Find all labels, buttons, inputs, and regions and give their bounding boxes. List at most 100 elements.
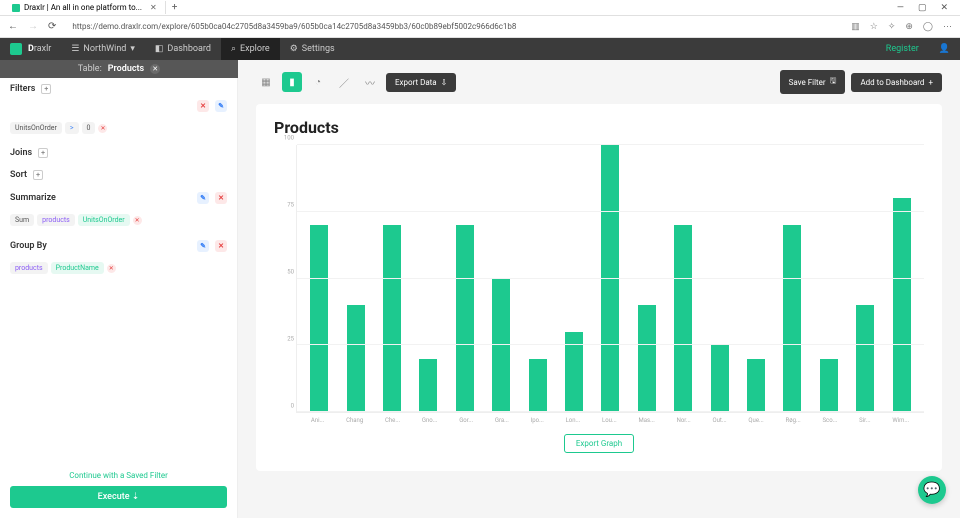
gear-icon: ⚙ bbox=[290, 44, 298, 54]
joins-section: Joins + bbox=[0, 142, 237, 164]
save-filter-button[interactable]: Save Filter 🖫 bbox=[780, 70, 846, 94]
filter-value-chip[interactable]: 0 bbox=[82, 122, 96, 134]
nav-dashboard-label: Dashboard bbox=[167, 44, 211, 54]
execute-button[interactable]: Execute ⇣ bbox=[10, 486, 227, 508]
nav-settings[interactable]: ⚙ Settings bbox=[280, 38, 345, 60]
sidebar: Table: Products ✕ Filters + ✕ ✎ UnitsOnO… bbox=[0, 60, 238, 518]
view-table-icon[interactable]: ▦ bbox=[256, 72, 276, 92]
refresh-icon[interactable]: ⟳ bbox=[48, 21, 56, 32]
groupby-field-chip[interactable]: ProductName bbox=[51, 262, 104, 274]
bar[interactable] bbox=[529, 359, 547, 412]
x-tick: Che... bbox=[385, 417, 400, 424]
tab-close-icon[interactable]: ✕ bbox=[150, 3, 157, 12]
bar[interactable] bbox=[711, 345, 729, 412]
summarize-title: Summarize bbox=[10, 193, 56, 203]
summarize-remove-icon[interactable]: ✕ bbox=[133, 216, 142, 225]
groupby-remove-icon[interactable]: ✕ bbox=[107, 264, 116, 273]
x-tick: Gno... bbox=[422, 417, 438, 424]
summarize-table-chip[interactable]: products bbox=[37, 214, 75, 226]
register-link[interactable]: Register bbox=[876, 44, 929, 54]
new-tab-button[interactable]: + bbox=[166, 2, 184, 13]
profile-icon[interactable]: ◯ bbox=[923, 22, 933, 32]
filter-field-chip[interactable]: UnitsOnOrder bbox=[10, 122, 62, 134]
groupby-table-chip[interactable]: products bbox=[10, 262, 48, 274]
summarize-delete-button[interactable]: ✕ bbox=[215, 192, 227, 204]
bar[interactable] bbox=[492, 279, 510, 413]
favorite-icon[interactable]: ☆ bbox=[870, 22, 878, 32]
filter-delete-button[interactable]: ✕ bbox=[197, 100, 209, 112]
brand[interactable]: Draxlr bbox=[0, 43, 61, 55]
bar[interactable] bbox=[601, 145, 619, 412]
sort-title: Sort bbox=[10, 170, 27, 180]
close-window-icon[interactable]: ✕ bbox=[940, 3, 948, 13]
bar[interactable] bbox=[893, 198, 911, 412]
reader-icon[interactable]: ▥ bbox=[851, 22, 860, 32]
search-icon: ⌕ bbox=[231, 44, 236, 54]
bar[interactable] bbox=[856, 305, 874, 412]
saved-filter-link[interactable]: Continue with a Saved Filter bbox=[10, 465, 227, 486]
bar[interactable] bbox=[638, 305, 656, 412]
filter-op-chip[interactable]: > bbox=[65, 122, 79, 134]
filter-edit-button[interactable]: ✎ bbox=[215, 100, 227, 112]
forward-icon[interactable]: → bbox=[28, 21, 38, 32]
extensions-icon[interactable]: ⊕ bbox=[905, 22, 913, 32]
bar[interactable] bbox=[310, 225, 328, 412]
database-selector[interactable]: ☰ NorthWind ▾ bbox=[61, 38, 145, 60]
groupby-edit-button[interactable]: ✎ bbox=[197, 240, 209, 252]
y-axis: 0255075100 bbox=[274, 145, 296, 413]
add-join-button[interactable]: + bbox=[38, 148, 48, 158]
add-sort-button[interactable]: + bbox=[33, 170, 43, 180]
x-tick: Lon... bbox=[566, 417, 581, 424]
back-icon[interactable]: ← bbox=[8, 21, 18, 32]
x-tick: Chang bbox=[346, 417, 363, 424]
bar[interactable] bbox=[456, 225, 474, 412]
execute-label: Execute bbox=[98, 492, 130, 502]
groupby-section: Group By ✎ ✕ bbox=[0, 234, 237, 258]
summarize-field-chip[interactable]: UnitsOnOrder bbox=[78, 214, 130, 226]
groupby-chip-row: products ProductName ✕ bbox=[0, 258, 237, 282]
filters-title: Filters bbox=[10, 84, 35, 94]
export-graph-button[interactable]: Export Graph bbox=[564, 434, 634, 453]
filter-remove-icon[interactable]: ✕ bbox=[98, 124, 107, 133]
x-tick: Out... bbox=[712, 417, 726, 424]
table-label: Table: bbox=[78, 64, 102, 74]
bar[interactable] bbox=[674, 225, 692, 412]
download-icon: ⇩ bbox=[441, 78, 448, 87]
minimize-icon[interactable]: — bbox=[897, 3, 904, 13]
bar[interactable] bbox=[419, 359, 437, 412]
x-tick: Mas... bbox=[639, 417, 655, 424]
view-pie-icon[interactable]: ◔ bbox=[308, 72, 328, 92]
view-area-icon[interactable]: 〰 bbox=[360, 72, 380, 92]
summarize-edit-button[interactable]: ✎ bbox=[197, 192, 209, 204]
export-data-button[interactable]: Export Data ⇩ bbox=[386, 73, 456, 92]
view-bar-icon[interactable]: ▮ bbox=[282, 72, 302, 92]
bar[interactable] bbox=[383, 225, 401, 412]
bar[interactable] bbox=[347, 305, 365, 412]
add-dashboard-button[interactable]: Add to Dashboard + bbox=[851, 73, 942, 92]
maximize-icon[interactable]: ▢ bbox=[918, 3, 927, 13]
brand-logo-icon bbox=[10, 43, 22, 55]
browser-address-bar: ← → ⟳ https://demo.draxlr.com/explore/60… bbox=[0, 16, 960, 38]
x-tick: Ani... bbox=[311, 417, 324, 424]
save-filter-label: Save Filter bbox=[789, 78, 826, 87]
filter-chip-row: UnitsOnOrder > 0 ✕ bbox=[0, 118, 237, 142]
bar[interactable] bbox=[747, 359, 765, 412]
nav-explore[interactable]: ⌕ Explore bbox=[221, 38, 280, 60]
more-icon[interactable]: ⋯ bbox=[943, 22, 952, 32]
bar[interactable] bbox=[820, 359, 838, 412]
chat-bubble-icon[interactable]: 💬 bbox=[918, 476, 946, 504]
collections-icon[interactable]: ✧ bbox=[888, 22, 896, 32]
url-field[interactable]: https://demo.draxlr.com/explore/605b0ca0… bbox=[66, 20, 841, 33]
add-filter-button[interactable]: + bbox=[41, 84, 51, 94]
nav-dashboard[interactable]: ◧ Dashboard bbox=[145, 38, 221, 60]
browser-tab[interactable]: Draxlr | An all in one platform to... ✕ bbox=[4, 1, 166, 14]
joins-title: Joins bbox=[10, 148, 32, 158]
bar[interactable] bbox=[783, 225, 801, 412]
chart-card: Products 0255075100 Ani...ChangChe...Gno… bbox=[256, 104, 942, 471]
table-close-icon[interactable]: ✕ bbox=[150, 64, 160, 74]
groupby-delete-button[interactable]: ✕ bbox=[215, 240, 227, 252]
user-icon[interactable]: 👤 bbox=[929, 44, 960, 54]
add-dashboard-label: Add to Dashboard bbox=[860, 78, 924, 87]
view-line-icon[interactable]: ／ bbox=[334, 72, 354, 92]
summarize-agg-chip[interactable]: Sum bbox=[10, 214, 34, 226]
